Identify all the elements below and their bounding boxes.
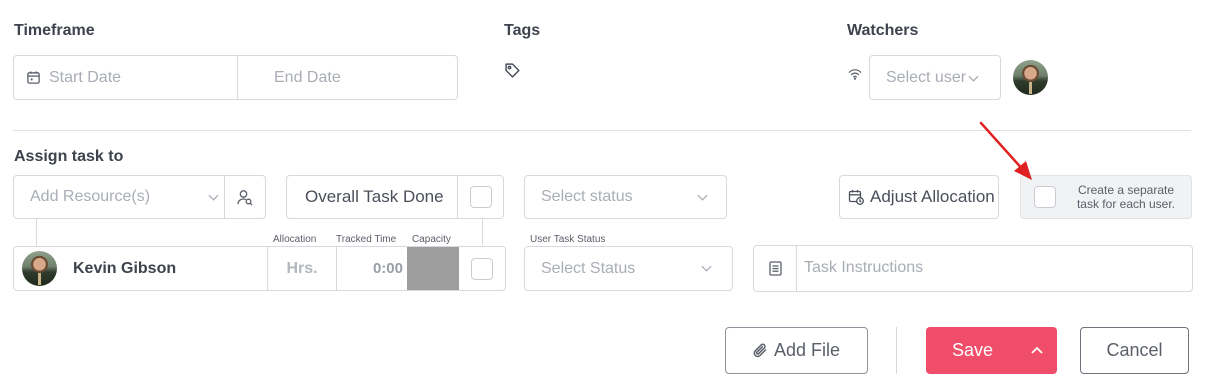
timeframe-label: Timeframe [14,22,95,39]
add-resource-select[interactable]: Add Resource(s) [13,175,266,219]
user-task-status-label: User Task Status [530,234,606,245]
connector-line [482,219,483,245]
allocation-column-label: Allocation [273,234,317,245]
resource-divider [224,176,225,218]
connector-line [36,219,37,247]
watchers-select-placeholder: Select user [886,68,967,86]
task-instructions-placeholder: Task Instructions [804,259,924,276]
user-status-select[interactable]: Select Status [524,246,733,291]
add-file-label: Add File [773,340,841,360]
watchers-label: Watchers [847,22,919,39]
user-search-icon[interactable] [237,189,253,206]
instructions-divider [796,246,797,291]
start-date-field[interactable]: Start Date [14,56,238,99]
timeframe-range: Start Date End Date [13,55,458,100]
assign-task-label: Assign task to [14,148,124,165]
user-avatar [22,251,57,286]
document-icon [769,261,782,276]
cancel-button[interactable]: Cancel [1080,327,1189,374]
status-select[interactable]: Select status [524,175,727,219]
tracked-time-column-label: Tracked Time [336,234,397,245]
end-date-field[interactable]: End Date [238,56,457,99]
watcher-avatar[interactable] [1013,60,1048,95]
separate-task-checkbox[interactable] [1034,186,1056,208]
chevron-down-icon [701,265,712,272]
paperclip-icon [753,342,768,359]
start-date-placeholder: Start Date [49,68,122,86]
save-button[interactable]: Save [926,327,1057,374]
add-resource-placeholder: Add Resource(s) [30,188,151,205]
separate-task-label-line1: Create a separate [1077,183,1175,197]
adjust-allocation-label: Adjust Allocation [870,187,995,206]
save-label: Save [952,340,994,360]
chevron-down-icon [208,194,219,201]
chevron-down-icon [697,194,708,201]
calendar-icon [26,70,41,85]
capacity-column-label: Capacity [412,234,451,245]
wifi-icon [848,68,862,80]
separate-task-option: Create a separate task for each user. [1020,175,1192,219]
capacity-bar [407,247,459,290]
assigned-user-row: Kevin Gibson Hrs. 0:00 [13,246,506,291]
footer-divider [896,327,897,374]
tag-icon[interactable] [504,62,521,79]
chevron-down-icon [968,75,979,82]
watchers-select[interactable]: Select user [869,55,1001,100]
user-task-done-checkbox[interactable] [471,258,493,280]
user-name: Kevin Gibson [73,260,177,277]
overall-task-done-checkbox[interactable] [470,186,492,208]
tracked-time-value: 0:00 [372,260,403,277]
task-instructions-field[interactable]: Task Instructions [753,245,1193,292]
annotation-arrow-icon [979,121,1032,180]
calendar-clock-icon [848,189,864,205]
overall-divider [457,176,458,218]
separate-task-label-line2: task for each user. [1076,197,1176,211]
chevron-up-icon[interactable] [1031,346,1043,354]
status-select-placeholder: Select status [541,188,633,205]
add-file-button[interactable]: Add File [725,327,868,374]
cancel-label: Cancel [1106,340,1163,360]
user-status-placeholder: Select Status [541,259,636,277]
overall-task-done: Overall Task Done [286,175,504,219]
separate-task-label: Create a separate task for each user. [1065,183,1187,211]
overall-task-done-label: Overall Task Done [305,187,444,206]
allocation-hours-placeholder: Hrs. [286,259,318,277]
tracked-time-value-cell: 0:00 [337,247,407,290]
tags-label: Tags [504,22,541,39]
end-date-placeholder: End Date [274,68,341,86]
allocation-hours-input[interactable]: Hrs. [268,247,336,290]
